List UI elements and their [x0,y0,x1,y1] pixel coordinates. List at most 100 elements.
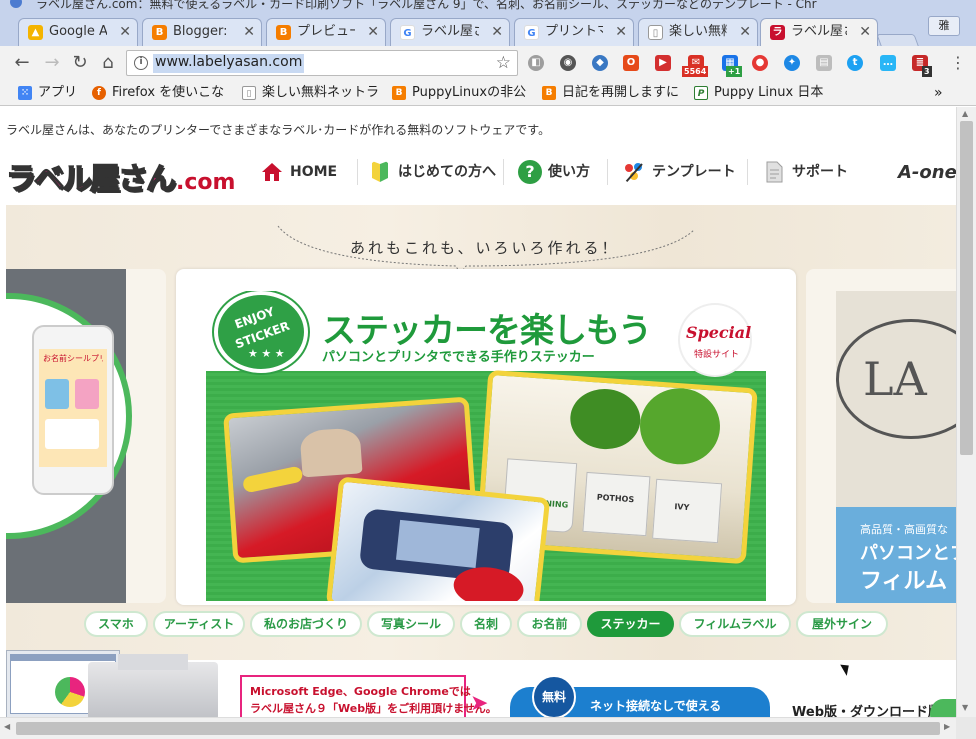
screen-item [45,419,99,449]
tab-google-printmark[interactable]: G プリントマ ✕ [514,18,634,46]
tab-preview[interactable]: B プレビュー ✕ [266,18,386,46]
nav-separator [503,159,504,185]
blogger-icon: B [392,86,406,100]
nav-home[interactable]: HOME [260,157,337,187]
firefox-icon: f [92,86,106,100]
tab-close-icon[interactable]: ✕ [739,19,751,45]
pot-image [582,471,651,537]
category-name-label[interactable]: お名前 [517,611,582,637]
tab-close-icon[interactable]: ✕ [615,19,627,45]
twitter-icon[interactable]: t [847,55,863,71]
screen-item [45,379,69,409]
nav-separator [357,159,358,185]
browser-warning-box: Microsoft Edge、Google Chromeでは ラベル屋さん９「W… [240,675,497,717]
car-sticker [241,465,304,494]
site-logo[interactable]: ラベル屋さん.com [5,154,235,198]
google-icon: G [524,25,539,40]
bookmarks-bar: ⁙ アプリ f Firefox を使いこな ▯ 楽しい無料ネットラ B Pupp… [0,80,976,106]
chrome-menu-icon[interactable]: ⋮ [950,54,966,72]
camera-icon[interactable]: ● [752,55,768,71]
office-icon[interactable]: O [623,55,639,71]
banner-title: ステッカーを楽しもう [322,311,652,351]
category-film-label[interactable]: フィルムラベル [679,611,791,637]
browser-toolbar: ← → ↻ ⌂ i www.labelyasan.com ☆ ◧ ◉ ◆ O ▶… [0,46,976,80]
scroll-up-icon[interactable]: ▲ [962,109,968,118]
nav-how-to[interactable]: ? 使い方 [518,157,590,187]
puppy-icon: P [694,86,708,100]
compass-icon[interactable]: ✦ [784,55,800,71]
bookmark-puppylinux-blog[interactable]: B PuppyLinuxの非公 [392,83,532,103]
scroll-right-icon[interactable]: ▶ [944,722,950,731]
free-download-banner[interactable]: 無料 ネット接続なしで使える [510,675,770,717]
blogger-icon: B [276,25,291,40]
category-artist[interactable]: アーティスト [153,611,245,637]
forward-arrow-icon[interactable]: → [40,52,64,74]
extension-icon[interactable]: ◧ [528,55,544,71]
tab-google-drive[interactable]: ▲ Google A ✕ [18,18,138,46]
calendar-badge: +1 [726,66,743,77]
carousel-card-film-label[interactable]: LA 高品質・高画質な パソコンとプ フィルム [806,269,956,603]
category-outdoor-sign[interactable]: 屋外サイン [796,611,888,637]
web-download-link[interactable]: Web版・ダウンロード版 [792,701,941,717]
category-my-shop[interactable]: 私のお店づくり [250,611,362,637]
beginner-mark-icon [372,161,388,182]
category-sticker[interactable]: ステッカー [587,611,674,637]
chat-icon[interactable]: … [880,55,896,71]
bookmark-apps[interactable]: ⁙ アプリ [18,83,88,103]
bookmark-puppy-linux-jp[interactable]: P Puppy Linux 日本 [694,83,828,103]
scroll-left-icon[interactable]: ◀ [4,722,10,731]
tab-google-labelyasan[interactable]: G ラベル屋さ ✕ [390,18,510,46]
media-icon[interactable]: ▶ [655,55,671,71]
bookmark-diary[interactable]: B 日記を再開しますに [542,83,684,103]
aone-logo[interactable]: A-one [898,162,956,183]
hero-tagline: あれもこれも、いろいろ作れる！ [350,239,620,257]
gmail-badge: 5564 [682,66,709,77]
info-icon[interactable]: i [134,56,148,70]
apps-icon: ⁙ [18,86,32,100]
star-icon: ★ ★ ★ [248,347,285,360]
nav-templates[interactable]: テンプレート [622,157,736,187]
tab-close-icon[interactable]: ✕ [367,19,379,45]
home-icon[interactable]: ⌂ [96,52,120,74]
tab-strip: ▲ Google A ✕ B Blogger: l ✕ B プレビュー ✕ G … [0,12,976,54]
more-bookmarks-icon[interactable]: » [934,83,954,103]
category-business-card[interactable]: 名刺 [460,611,512,637]
horizontal-scrollbar[interactable]: ◀ ▶ [0,717,956,739]
sticker-banner[interactable]: ENJOY STICKER ★ ★ ★ ステッカーを楽しもう パソコンとプリンタ… [206,291,766,601]
profile-button[interactable]: 雅 [928,16,960,36]
tab-blogger[interactable]: B Blogger: l ✕ [142,18,262,46]
plant-image [637,385,723,467]
bookmark-star-icon[interactable]: ☆ [496,53,511,73]
window-titlebar: ラベル屋さん.com：無料で使えるラベル・カード印刷ソフト「ラベル屋さん 9」で… [0,0,976,12]
tab-close-icon[interactable]: ✕ [859,19,871,45]
scrollbar-corner [956,717,976,739]
url-text[interactable]: www.labelyasan.com [153,54,305,73]
scroll-down-icon[interactable]: ▼ [962,703,968,712]
globe-icon[interactable]: ◉ [560,55,576,71]
game-console-photo [325,476,551,601]
google-icon: G [400,25,415,40]
tab-labelyasan-active[interactable]: ラ ラベル屋さ ✕ [760,18,878,47]
vertical-scrollbar[interactable]: ▲ ▼ [956,107,976,717]
carousel-card-smartphone[interactable]: お名前シールプリント [6,269,166,603]
address-bar[interactable]: i www.labelyasan.com ☆ [126,50,518,76]
back-arrow-icon[interactable]: ← [10,52,34,74]
reload-icon[interactable]: ↻ [68,52,92,74]
category-smartphone[interactable]: スマホ [84,611,148,637]
nav-beginners[interactable]: はじめての方へ [368,157,496,187]
tab-free-net[interactable]: ▯ 楽しい無料 ✕ [638,18,758,46]
nav-support[interactable]: サポート [762,157,848,187]
tab-close-icon[interactable]: ✕ [491,19,503,45]
tab-close-icon[interactable]: ✕ [119,19,131,45]
horizontal-scroll-thumb[interactable] [16,722,940,735]
console-screen [395,519,480,569]
doc-icon[interactable]: ▤ [816,55,832,71]
tab-close-icon[interactable]: ✕ [243,19,255,45]
bookmark-free-net[interactable]: ▯ 楽しい無料ネットラ [242,83,382,103]
category-photo-sticker[interactable]: 写真シール [367,611,455,637]
bookmark-firefox[interactable]: f Firefox を使いこな [92,83,232,103]
vertical-scroll-thumb[interactable] [960,121,973,455]
special-site-badge[interactable]: Special 特設サイト [680,305,751,375]
web-page: ラベル屋さんは、あなたのプリンターでさまざまなラベル･カードが作れる無料のソフト… [0,107,956,717]
shield-icon[interactable]: ◆ [592,55,608,71]
